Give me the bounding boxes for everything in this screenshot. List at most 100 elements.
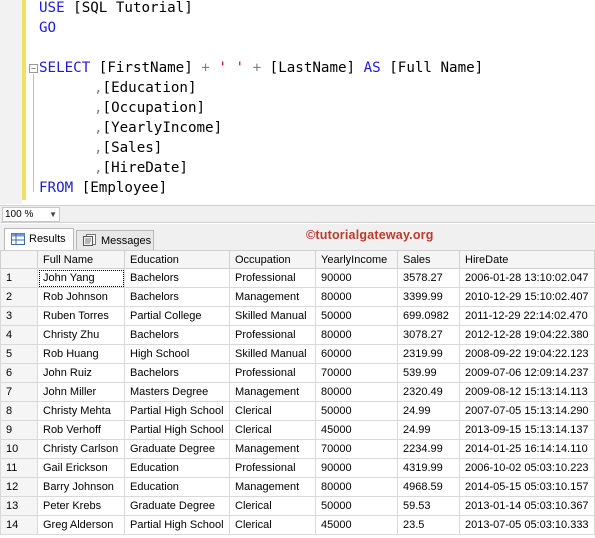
row-number[interactable]: 6 [0, 363, 38, 383]
column-header[interactable]: HireDate [459, 250, 595, 269]
grid-cell[interactable]: 2011-12-29 22:14:02.470 [459, 306, 595, 326]
grid-cell[interactable]: Professional [229, 458, 316, 478]
grid-cell[interactable]: Rob Johnson [37, 287, 125, 307]
tab-results[interactable]: Results [4, 228, 74, 250]
grid-cell[interactable]: Clerical [229, 496, 316, 516]
grid-cell[interactable]: Professional [229, 325, 316, 345]
grid-cell[interactable]: Skilled Manual [229, 344, 316, 364]
table-row[interactable]: 13 Peter Krebs Graduate Degree Clerical 5000… [0, 496, 595, 516]
grid-cell[interactable]: Peter Krebs [37, 496, 125, 516]
grid-cell[interactable]: Bachelors [124, 287, 230, 307]
grid-cell[interactable]: 80000 [315, 382, 398, 402]
grid-cell[interactable]: 80000 [315, 287, 398, 307]
grid-cell[interactable]: Partial High School [124, 420, 230, 440]
grid-cell[interactable]: John Miller [37, 382, 125, 402]
grid-cell[interactable]: Management [229, 477, 316, 497]
row-number[interactable]: 12 [0, 477, 38, 497]
grid-cell[interactable]: Rob Huang [37, 344, 125, 364]
table-row[interactable]: 1 John Yang Bachelors Professional 90000 3578… [0, 268, 595, 288]
grid-cell[interactable]: 2013-01-14 05:03:10.367 [459, 496, 595, 516]
grid-cell[interactable]: Masters Degree [124, 382, 230, 402]
table-row[interactable]: 10 Christy Carlson Graduate Degree Manageme… [0, 439, 595, 459]
grid-cell[interactable]: 2007-07-05 15:13:14.290 [459, 401, 595, 421]
column-header[interactable]: Full Name [37, 250, 125, 269]
grid-cell[interactable]: 3399.99 [397, 287, 460, 307]
row-number[interactable]: 10 [0, 439, 38, 459]
grid-cell[interactable]: 539.99 [397, 363, 460, 383]
table-row[interactable]: 3 Ruben Torres Partial College Skilled Manu… [0, 306, 595, 326]
grid-cell[interactable]: Partial High School [124, 515, 230, 535]
collapse-toggle-icon[interactable]: − [29, 64, 38, 73]
grid-cell[interactable]: 3578.27 [397, 268, 460, 288]
grid-cell[interactable]: Christy Carlson [37, 439, 125, 459]
grid-cell[interactable]: 699.0982 [397, 306, 460, 326]
grid-cell[interactable]: 2234.99 [397, 439, 460, 459]
grid-cell[interactable]: 59.53 [397, 496, 460, 516]
row-number[interactable]: 13 [0, 496, 38, 516]
grid-cell[interactable]: 2009-08-12 15:13:14.113 [459, 382, 595, 402]
row-number[interactable]: 4 [0, 325, 38, 345]
column-header[interactable]: Education [124, 250, 230, 269]
grid-cell[interactable]: Professional [229, 268, 316, 288]
grid-cell[interactable]: Bachelors [124, 325, 230, 345]
grid-cell[interactable]: Christy Zhu [37, 325, 125, 345]
grid-cell[interactable]: Bachelors [124, 363, 230, 383]
grid-cell[interactable]: 3078.27 [397, 325, 460, 345]
grid-cell[interactable]: 45000 [315, 420, 398, 440]
grid-cell[interactable]: 2013-07-05 05:03:10.333 [459, 515, 595, 535]
grid-cell[interactable]: 2014-05-15 05:03:10.157 [459, 477, 595, 497]
column-header[interactable]: Occupation [229, 250, 316, 269]
tab-messages[interactable]: Messages [76, 230, 154, 250]
grid-cell[interactable]: Management [229, 287, 316, 307]
grid-cell[interactable]: 60000 [315, 344, 398, 364]
table-row[interactable]: 4 Christy Zhu Bachelors Professional 80000 30… [0, 325, 595, 345]
grid-cell[interactable]: 80000 [315, 325, 398, 345]
table-row[interactable]: 14 Greg Alderson Partial High School Cleric… [0, 515, 595, 535]
grid-cell[interactable]: Education [124, 458, 230, 478]
grid-cell[interactable]: 2010-12-29 15:10:02.407 [459, 287, 595, 307]
row-number[interactable]: 7 [0, 382, 38, 402]
grid-cell[interactable]: Graduate Degree [124, 439, 230, 459]
grid-cell[interactable]: 45000 [315, 515, 398, 535]
grid-cell[interactable]: 50000 [315, 401, 398, 421]
grid-cell[interactable]: 70000 [315, 439, 398, 459]
row-number[interactable]: 3 [0, 306, 38, 326]
grid-cell[interactable]: Bachelors [124, 268, 230, 288]
row-number[interactable]: 1 [0, 268, 38, 288]
grid-cell[interactable]: 50000 [315, 496, 398, 516]
grid-cell[interactable]: 2008-09-22 19:04:22.123 [459, 344, 595, 364]
grid-cell[interactable]: 50000 [315, 306, 398, 326]
grid-cell[interactable]: 2006-10-02 05:03:10.223 [459, 458, 595, 478]
grid-cell[interactable]: John Ruiz [37, 363, 125, 383]
chevron-down-icon[interactable]: ▼ [49, 208, 57, 221]
grid-cell[interactable]: 90000 [315, 268, 398, 288]
grid-cell[interactable]: 4319.99 [397, 458, 460, 478]
table-row[interactable]: 6 John Ruiz Bachelors Professional 70000 539.… [0, 363, 595, 383]
row-number[interactable]: 11 [0, 458, 38, 478]
results-grid[interactable]: Full Name Education Occupation YearlyIncome… [0, 250, 595, 538]
zoom-dropdown[interactable]: 100 % ▼ [2, 207, 60, 222]
grid-cell[interactable]: Barry Johnson [37, 477, 125, 497]
grid-cell[interactable]: Skilled Manual [229, 306, 316, 326]
table-row[interactable]: 8 Christy Mehta Partial High School Clerica… [0, 401, 595, 421]
table-row[interactable]: 9 Rob Verhoff Partial High School Clerical 4… [0, 420, 595, 440]
grid-cell[interactable]: Education [124, 477, 230, 497]
row-number[interactable]: 9 [0, 420, 38, 440]
grid-cell[interactable]: 2013-09-15 15:13:14.137 [459, 420, 595, 440]
row-number[interactable]: 8 [0, 401, 38, 421]
grid-cell[interactable]: 2009-07-06 12:09:14.237 [459, 363, 595, 383]
grid-cell[interactable]: 4968.59 [397, 477, 460, 497]
grid-cell[interactable]: Gail Erickson [37, 458, 125, 478]
table-row[interactable]: 5 Rob Huang High School Skilled Manual 60000… [0, 344, 595, 364]
grid-cell[interactable]: Clerical [229, 420, 316, 440]
sql-editor[interactable]: USE [SQL Tutorial] GO − SELECT [FirstNam… [0, 0, 595, 204]
grid-cell[interactable]: 90000 [315, 458, 398, 478]
row-number-header[interactable] [0, 250, 38, 269]
grid-cell[interactable]: Greg Alderson [37, 515, 125, 535]
row-number[interactable]: 2 [0, 287, 38, 307]
grid-cell[interactable]: Clerical [229, 515, 316, 535]
grid-cell[interactable]: 24.99 [397, 401, 460, 421]
grid-cell[interactable]: Clerical [229, 401, 316, 421]
grid-cell[interactable]: Partial College [124, 306, 230, 326]
grid-cell[interactable]: Ruben Torres [37, 306, 125, 326]
